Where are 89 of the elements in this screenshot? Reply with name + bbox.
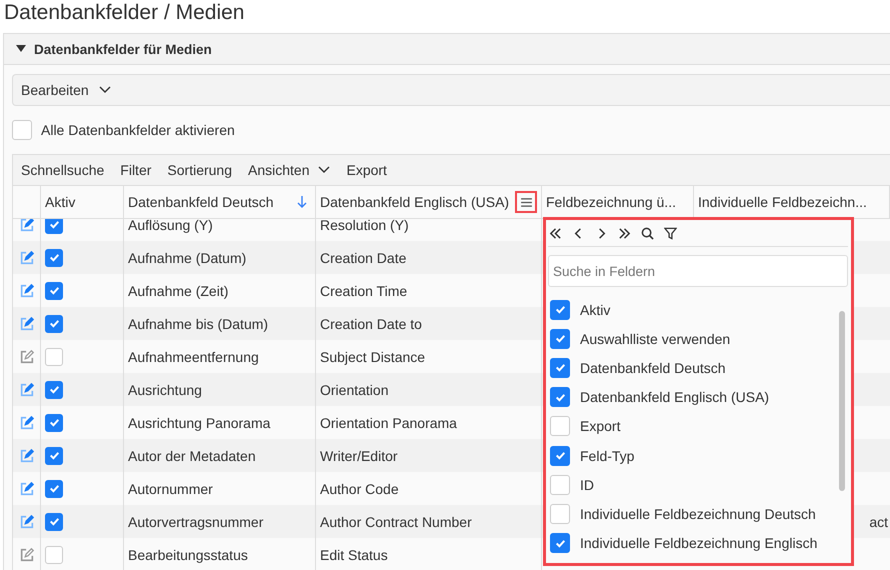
table-cell: Creation Time [320, 282, 408, 298]
table-cell: Writer/Editor [320, 448, 398, 464]
filter-icon[interactable] [664, 226, 677, 240]
edit-icon[interactable] [18, 382, 34, 398]
checkbox[interactable] [45, 446, 63, 464]
toolbar-button[interactable]: Export [338, 155, 395, 185]
toolbar-button[interactable]: Filter [112, 155, 160, 185]
table-cell: Creation Date [320, 250, 406, 266]
column-header[interactable]: Datenbankfeld Deutsch [124, 186, 316, 218]
checkbox[interactable] [550, 446, 570, 466]
table-cell: Aufnahme bis (Datum) [128, 316, 268, 332]
table-cell: Aufnahme (Zeit) [128, 282, 228, 298]
table-cell: Autornummer [128, 480, 213, 496]
checkbox[interactable] [45, 414, 63, 432]
checkbox-label: Feld-Typ [580, 448, 634, 464]
edit-icon[interactable] [18, 414, 34, 430]
table-cell: Ausrichtung Panorama [128, 414, 270, 430]
checkbox-label: Individuelle Feldbezeichnung Englisch [580, 535, 818, 552]
table-cell: Orientation [320, 382, 388, 398]
checkbox-label: Aktiv [580, 302, 610, 318]
table-cell: Edit Status [320, 546, 388, 562]
checkbox-label: Datenbankfeld Englisch (USA) [580, 389, 770, 406]
checkbox-label: Alle Datenbankfelder aktivieren [41, 122, 235, 138]
checkbox[interactable] [45, 512, 63, 530]
toolbar-button[interactable]: Schnellsuche [13, 155, 112, 185]
checkbox[interactable] [550, 300, 570, 320]
checkbox[interactable] [45, 248, 63, 266]
table-cell: Aufnahmeentfernung [128, 348, 259, 364]
edit-icon[interactable] [18, 480, 34, 496]
first-page-icon[interactable] [549, 226, 562, 240]
edit-icon[interactable] [18, 250, 34, 266]
checkbox[interactable] [550, 328, 570, 349]
checkbox[interactable] [550, 474, 570, 495]
panel-header[interactable]: Datenbankfelder für Medien [4, 34, 890, 65]
edit-menu-button[interactable]: Bearbeiten [12, 74, 890, 106]
column-header[interactable]: Aktiv [41, 186, 124, 218]
checkbox[interactable] [550, 358, 570, 378]
table-cell: Autorvertragsnummer [128, 514, 264, 530]
checkbox[interactable] [12, 120, 32, 140]
table-cell: Ausrichtung [128, 382, 202, 398]
checkbox-label: ID [580, 476, 594, 493]
checkbox[interactable] [550, 504, 570, 524]
panel-title: Datenbankfelder für Medien [34, 42, 212, 56]
menu-icon [520, 198, 532, 206]
chevron-down-icon [98, 86, 111, 94]
collapse-icon [16, 45, 26, 53]
checkbox[interactable] [45, 314, 63, 332]
table-cell: Bearbeitungsstatus [128, 546, 248, 562]
checkbox[interactable] [45, 348, 63, 366]
toolbar-button[interactable]: Sortierung [159, 155, 240, 185]
edit-icon[interactable] [18, 546, 34, 562]
table-cell: Author Code [320, 480, 399, 496]
checkbox[interactable] [45, 480, 63, 498]
page-title: Datenbankfelder / Medien [3, 0, 246, 26]
checkbox[interactable] [45, 546, 63, 564]
edit-icon[interactable] [18, 514, 34, 530]
edit-icon[interactable] [18, 448, 34, 464]
table-cell: Subject Distance [320, 348, 426, 364]
checkmark-icon [48, 219, 60, 231]
edit-icon[interactable] [18, 282, 34, 298]
checkbox[interactable] [550, 387, 570, 408]
table-cell: Aufnahme (Datum) [128, 250, 246, 266]
checkbox-label: Export [580, 418, 620, 434]
chevron-down-icon [318, 166, 330, 174]
toolbar-button[interactable]: Ansichten [240, 155, 338, 185]
last-page-icon[interactable] [618, 226, 631, 240]
table-cell: Autor der Metadaten [128, 448, 256, 464]
table-cell: Auflösung (Y) [128, 219, 213, 232]
checkbox[interactable] [550, 416, 570, 436]
checkbox-label: Datenbankfeld Deutsch [580, 360, 726, 376]
table-cell: act [869, 514, 888, 530]
table-cell: Creation Date to [320, 316, 422, 332]
checkbox[interactable] [45, 380, 63, 398]
checkbox[interactable] [550, 533, 570, 554]
edit-icon[interactable] [18, 348, 34, 364]
column-header[interactable]: Datenbankfeld Englisch (USA) [316, 186, 542, 218]
sort-arrow-icon [297, 195, 307, 209]
checkbox[interactable] [45, 282, 63, 300]
search-icon[interactable] [641, 226, 654, 240]
checkbox-label: Individuelle Feldbezeichnung Deutsch [580, 506, 816, 522]
table-cell: Orientation Panorama [320, 414, 457, 430]
table-cell: Resolution (Y) [320, 219, 409, 232]
checkbox-label: Auswahlliste verwenden [580, 330, 730, 347]
edit-icon[interactable] [18, 219, 34, 232]
search-field[interactable]: Suche in Feldern [548, 255, 848, 287]
checkbox[interactable] [45, 219, 63, 234]
column-menu-button[interactable] [515, 191, 537, 213]
edit-icon[interactable] [18, 316, 34, 332]
table-cell: Author Contract Number [320, 514, 472, 530]
